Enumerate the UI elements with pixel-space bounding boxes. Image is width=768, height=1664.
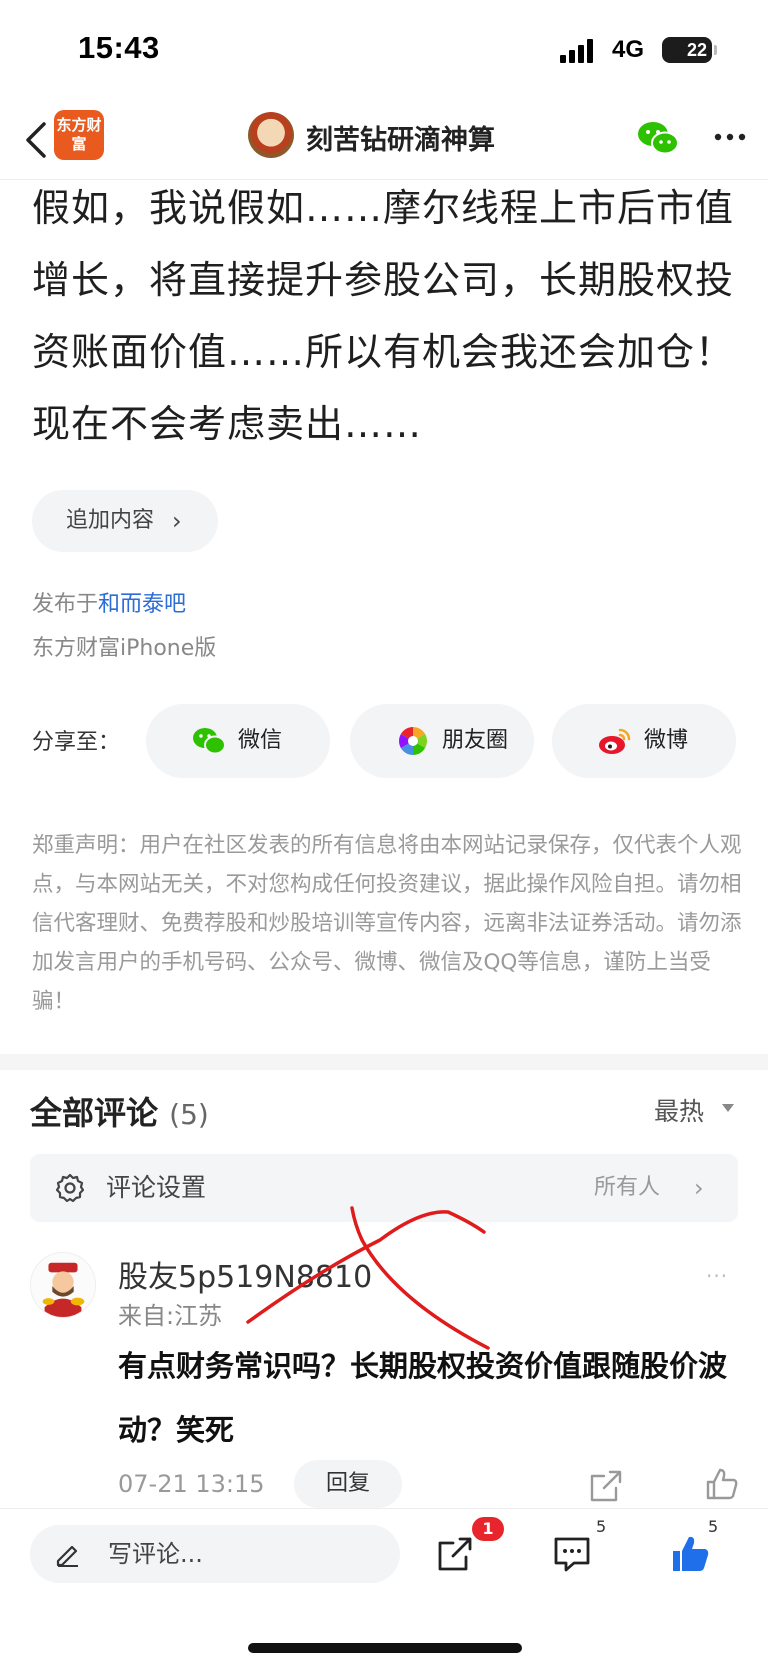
more-icon[interactable]: ··· — [706, 1264, 728, 1288]
published-prefix: 发布于 — [32, 592, 99, 617]
wechat-icon — [193, 728, 226, 755]
share-badge: 1 — [472, 1517, 504, 1541]
like-count: 5 — [708, 1517, 719, 1536]
pen-icon — [56, 1545, 78, 1567]
author-avatar[interactable] — [248, 112, 294, 158]
comments-title: 全部评论 (5) — [30, 1088, 209, 1134]
moments-icon — [399, 727, 427, 755]
section-divider — [0, 1054, 768, 1070]
append-content-label: 追加内容 — [66, 508, 155, 533]
post-body: 假如，我说假如……摩尔线程上市后市值增长，将直接提升参股公司，长期股权投资账面价… — [32, 186, 735, 446]
chevron-right-icon: › — [172, 507, 182, 535]
comment-item: 股友5p519N8810 ··· 来自:江苏 有点财务常识吗？长期股权投资价值跟… — [0, 1248, 768, 1508]
nav-bar: 东方财富 刻苦钻研滴神算 — [0, 100, 768, 180]
chevron-right-icon: › — [694, 1174, 704, 1202]
comments-count: (5) — [169, 1098, 209, 1131]
forum-link[interactable]: 和而泰吧 — [98, 592, 186, 617]
share-weibo-button[interactable]: 微博 — [552, 704, 736, 778]
comment-time: 07-21 13:15 — [118, 1470, 265, 1498]
thumbs-up-icon[interactable] — [704, 1466, 740, 1502]
commenter-avatar[interactable] — [30, 1252, 96, 1318]
signal-icon — [560, 37, 600, 63]
status-bar: 15:43 4G 22 — [0, 0, 768, 100]
more-icon[interactable] — [710, 122, 750, 152]
app-logo[interactable]: 东方财富 — [54, 110, 104, 160]
gear-icon — [55, 1173, 85, 1203]
share-icon[interactable] — [588, 1468, 624, 1504]
wechat-icon[interactable] — [636, 118, 680, 158]
comment-settings-value: 所有人 — [594, 1175, 661, 1200]
comments-title-label: 全部评论 — [30, 1094, 159, 1132]
comment-text: 有点财务常识吗？长期股权投资价值跟随股价波动？笑死 — [118, 1349, 728, 1447]
author-name[interactable]: 刻苦钻研滴神算 — [306, 118, 495, 157]
share-moments-button[interactable]: 朋友圈 — [350, 704, 534, 778]
thumbs-up-icon[interactable] — [670, 1533, 712, 1575]
commenter-name[interactable]: 股友5p519N8810 — [118, 1252, 372, 1296]
comment-settings-row[interactable]: 评论设置 所有人 › — [30, 1154, 738, 1222]
published-in: 发布于和而泰吧 — [32, 586, 186, 618]
home-indicator[interactable] — [248, 1643, 522, 1653]
commenter-location: 来自:江苏 — [118, 1302, 223, 1330]
write-comment-input[interactable]: 写评论... — [30, 1525, 400, 1583]
back-icon[interactable] — [16, 118, 56, 162]
caret-down-icon[interactable] — [722, 1104, 734, 1112]
client-source: 东方财富iPhone版 — [32, 636, 217, 661]
network-type: 4G — [612, 36, 645, 63]
share-moments-label: 朋友圈 — [442, 728, 509, 753]
battery-level: 22 — [686, 40, 707, 60]
comment-settings-label: 评论设置 — [106, 1173, 207, 1202]
append-content-button[interactable]: 追加内容 › — [32, 490, 218, 552]
reply-button[interactable]: 回复 — [294, 1460, 402, 1508]
weibo-icon — [599, 728, 631, 754]
share-wechat-button[interactable]: 微信 — [146, 704, 330, 778]
battery-tip — [714, 45, 717, 55]
write-comment-placeholder: 写评论... — [108, 1540, 203, 1568]
disclaimer: 郑重声明：用户在社区发表的所有信息将由本网站记录保存，仅代表个人观点，与本网站无… — [32, 833, 742, 1014]
battery-icon: 22 — [662, 37, 712, 63]
share-label: 分享至： — [32, 730, 121, 755]
share-weibo-label: 微博 — [644, 728, 689, 753]
share-wechat-label: 微信 — [238, 728, 283, 753]
status-time: 15:43 — [78, 30, 160, 65]
comment-count: 5 — [596, 1517, 607, 1536]
bottom-action-bar: 写评论... 1 5 5 — [0, 1508, 768, 1664]
comment-icon[interactable] — [552, 1535, 592, 1573]
share-icon[interactable] — [436, 1535, 474, 1573]
sort-dropdown[interactable]: 最热 — [654, 1092, 704, 1128]
